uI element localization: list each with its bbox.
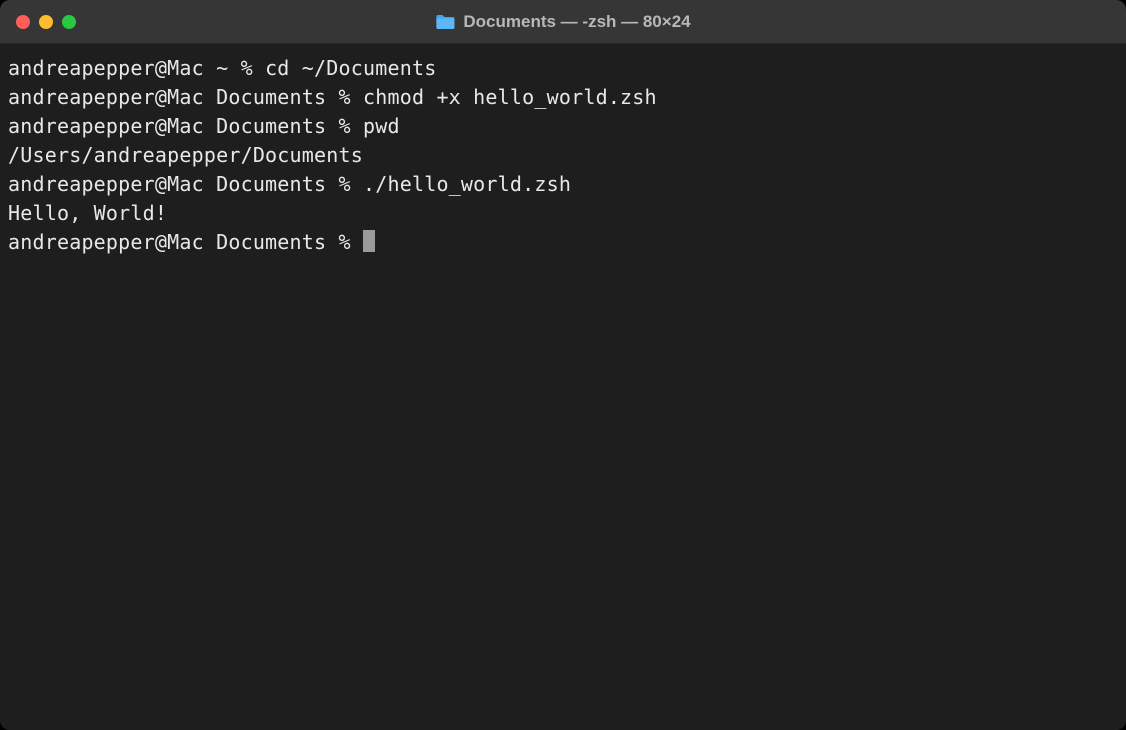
prompt: andreapepper@Mac Documents % [8, 114, 363, 138]
title-container: Documents — -zsh — 80×24 [435, 12, 690, 32]
command: ./hello_world.zsh [363, 172, 571, 196]
prompt: andreapepper@Mac Documents % [8, 85, 363, 109]
prompt: andreapepper@Mac ~ % [8, 56, 265, 80]
terminal-line: andreapepper@Mac ~ % cd ~/Documents [8, 54, 1118, 83]
traffic-lights [16, 15, 76, 29]
command: pwd [363, 114, 400, 138]
folder-icon [435, 14, 455, 30]
terminal-line: andreapepper@Mac Documents % ./hello_wor… [8, 170, 1118, 199]
terminal-line: andreapepper@Mac Documents % chmod +x he… [8, 83, 1118, 112]
terminal-line: andreapepper@Mac Documents % pwd [8, 112, 1118, 141]
prompt: andreapepper@Mac Documents % [8, 230, 363, 254]
cursor [363, 230, 375, 252]
terminal-window: Documents — -zsh — 80×24 andreapepper@Ma… [0, 0, 1126, 730]
command: cd ~/Documents [265, 56, 436, 80]
minimize-button[interactable] [39, 15, 53, 29]
command: chmod +x hello_world.zsh [363, 85, 657, 109]
terminal-output: Hello, World! [8, 199, 1118, 228]
titlebar[interactable]: Documents — -zsh — 80×24 [0, 0, 1126, 44]
maximize-button[interactable] [62, 15, 76, 29]
window-title: Documents — -zsh — 80×24 [463, 12, 690, 32]
prompt: andreapepper@Mac Documents % [8, 172, 363, 196]
terminal-line: andreapepper@Mac Documents % [8, 228, 1118, 257]
terminal-body[interactable]: andreapepper@Mac ~ % cd ~/Documents andr… [0, 44, 1126, 730]
close-button[interactable] [16, 15, 30, 29]
terminal-output: /Users/andreapepper/Documents [8, 141, 1118, 170]
